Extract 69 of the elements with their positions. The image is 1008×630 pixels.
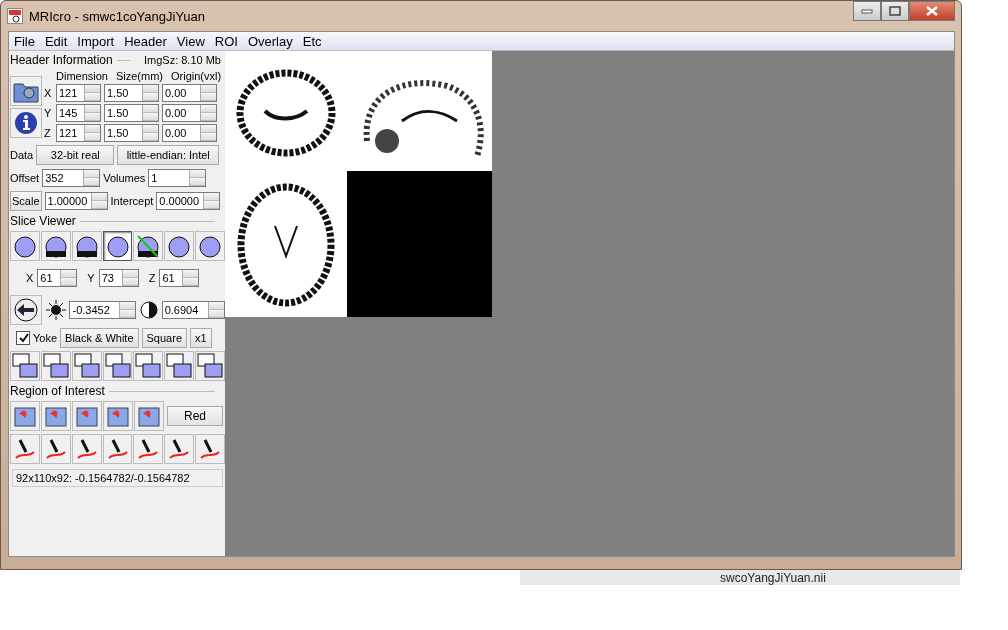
axis-label: Z: [44, 127, 52, 139]
close-icon: [925, 6, 939, 16]
yoke-checkbox[interactable]: [16, 331, 30, 345]
dimension-spin-field[interactable]: 121: [56, 124, 101, 142]
menu-item[interactable]: Etc: [297, 33, 327, 49]
maximize-button[interactable]: [881, 1, 909, 21]
menu-item[interactable]: File: [9, 33, 40, 49]
axis-label: X: [44, 87, 53, 99]
coordinate-label: Y: [87, 272, 95, 284]
info-icon: [13, 110, 39, 136]
offset-spin-field[interactable]: 352: [42, 169, 101, 187]
close-button[interactable]: [909, 1, 955, 21]
dimension-spin-field[interactable]: 121: [56, 84, 101, 102]
open-folder-button[interactable]: [10, 76, 42, 106]
roi-color-button[interactable]: Red: [167, 406, 223, 426]
menu-item[interactable]: Header: [119, 33, 172, 49]
yoke-label: Yoke: [33, 332, 58, 344]
app-icon: [7, 8, 23, 24]
data-label: Data: [10, 149, 34, 161]
maximize-icon: [889, 6, 901, 16]
size-spin-field[interactable]: 1.50: [104, 84, 159, 102]
back-button[interactable]: [10, 295, 42, 325]
menu-item[interactable]: ROI: [209, 33, 243, 49]
minimize-icon: [861, 8, 873, 14]
check-icon: [17, 332, 29, 344]
offset-label: Offset: [10, 172, 40, 184]
coordinate-spin-field[interactable]: 61: [159, 269, 200, 287]
origin-spin-field[interactable]: 0.00: [162, 124, 217, 142]
axis-label: Y: [44, 107, 53, 119]
group-title: Region of Interest: [10, 384, 105, 398]
volumes-label: Volumes: [103, 172, 146, 184]
status-readout: 92x110x92: -0.1564782/-0.1564782: [12, 469, 223, 487]
size-spin-field[interactable]: 1.50: [104, 104, 159, 122]
scale-spin-field[interactable]: 1.00000: [44, 192, 108, 210]
contrast-spin-field[interactable]: 0.6904: [161, 301, 225, 319]
window-title: MRIcro - smwc1coYangJiYuan: [29, 8, 206, 24]
origin-spin-field[interactable]: 0.00: [162, 84, 217, 102]
coordinate-label: X: [26, 272, 34, 284]
column-heading: Dimension: [56, 70, 108, 82]
coordinate-spin-field[interactable]: 61: [37, 269, 78, 287]
scale-button[interactable]: Scale: [10, 191, 42, 211]
intercept-spin-field[interactable]: 0.00000: [156, 192, 221, 210]
dimension-spin-field[interactable]: 145: [56, 104, 101, 122]
menu-item[interactable]: Overlay: [242, 33, 298, 49]
coordinate-spin-field[interactable]: 73: [98, 269, 139, 287]
origin-spin-field[interactable]: 0.00: [162, 104, 217, 122]
data-type-button[interactable]: 32-bit real: [36, 145, 115, 165]
menu-item[interactable]: Edit: [39, 33, 73, 49]
file-name-text: swcoYangJiYuan.nii: [720, 571, 826, 585]
brightness-spin-field[interactable]: -0.3452: [69, 301, 136, 319]
view-option-button[interactable]: Black & White: [60, 328, 139, 348]
view-option-button[interactable]: Square: [141, 328, 187, 348]
volumes-spin-field[interactable]: 1: [148, 169, 207, 187]
image-size-label: ImgSz: 8.10 Mb: [143, 54, 221, 66]
view-option-button[interactable]: x1: [190, 328, 212, 348]
menu-item[interactable]: View: [171, 33, 210, 49]
brightness-icon: [44, 299, 67, 321]
coordinate-label: Z: [148, 272, 156, 284]
contrast-icon: [138, 300, 159, 320]
column-heading: Origin(vxl): [171, 70, 222, 82]
group-title: Header Information: [10, 53, 113, 67]
endian-button[interactable]: little-endian: Intel: [117, 145, 220, 165]
size-spin-field[interactable]: 1.50: [104, 124, 159, 142]
minimize-button[interactable]: [853, 1, 881, 21]
intercept-label: Intercept: [110, 195, 154, 207]
menu-item[interactable]: Import: [72, 33, 120, 49]
group-title: Slice Viewer: [10, 214, 76, 228]
column-heading: Size(mm): [115, 70, 164, 82]
info-button[interactable]: [10, 108, 42, 138]
